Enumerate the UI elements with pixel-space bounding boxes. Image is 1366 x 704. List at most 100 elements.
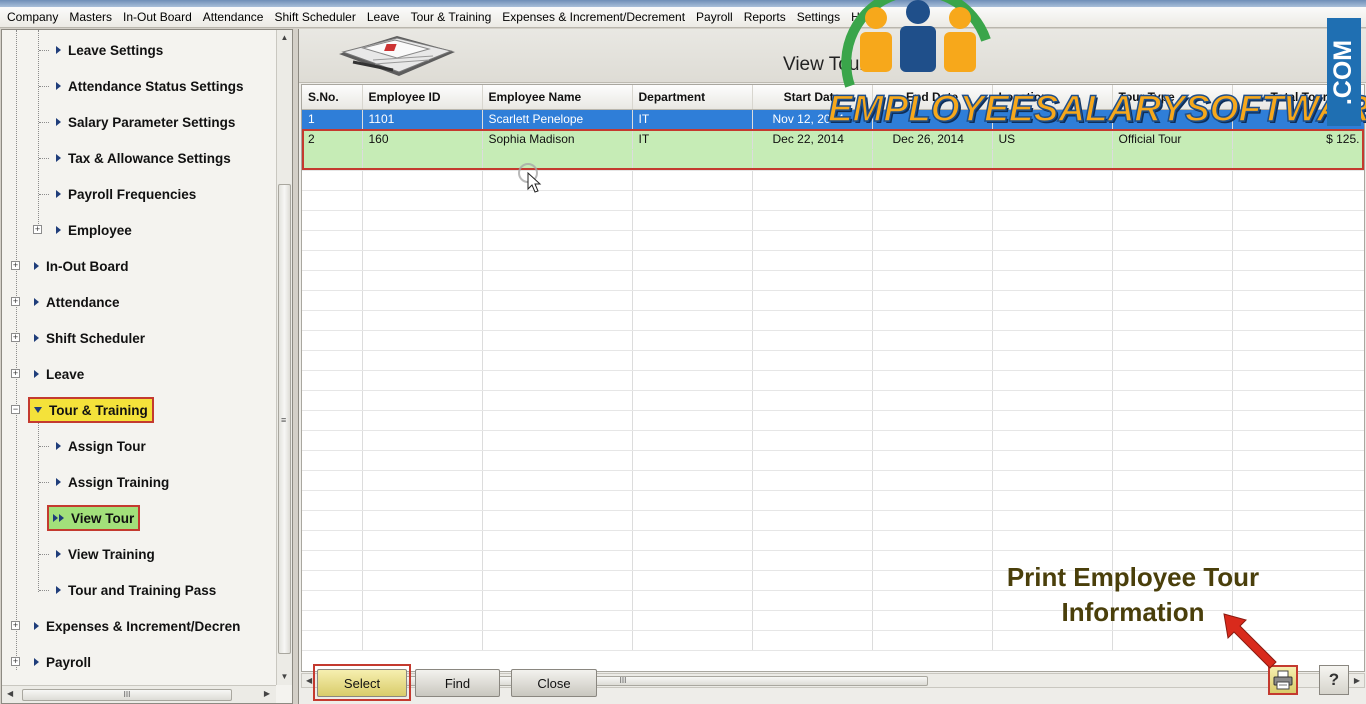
tree-item-tour-training-pass[interactable]: Tour and Training Pass — [56, 578, 216, 602]
tree-item-label: Assign Tour — [68, 438, 146, 454]
tree-connector — [39, 590, 49, 591]
tree-item-salary-parameter-settings[interactable]: Salary Parameter Settings — [56, 110, 235, 134]
empty-grid-row — [302, 530, 1364, 551]
tree-connector — [39, 86, 49, 87]
cell-tour-type: Official Tour — [1112, 129, 1233, 150]
tree-item-view-tour[interactable]: View Tour — [47, 505, 141, 531]
tree-item-shift-scheduler[interactable]: Shift Scheduler — [34, 326, 145, 350]
expand-arrow-icon — [56, 82, 61, 90]
menu-payroll[interactable]: Payroll — [692, 10, 737, 24]
sidebar-horizontal-scrollbar[interactable]: ◀ III ▶ — [2, 685, 276, 703]
menu-tour-training[interactable]: Tour & Training — [407, 10, 496, 24]
menu-reports[interactable]: Reports — [740, 10, 790, 24]
logo-wordmark: EMPLOYEESALARYSOFTWARE — [827, 87, 1366, 130]
cell-start-date: Dec 22, 2014 — [752, 129, 873, 150]
tree-item-label: View Training — [68, 546, 155, 562]
tree-item-expenses[interactable]: Expenses & Increment/Decren — [34, 614, 240, 638]
logo-dotcom-badge: .COM — [1327, 18, 1361, 126]
column-header-employee-name[interactable]: Employee Name — [482, 85, 633, 110]
scrollbar-thumb[interactable]: ≡ — [278, 184, 291, 654]
scroll-up-icon[interactable]: ▲ — [277, 30, 292, 46]
tree-item-view-training[interactable]: View Training — [56, 542, 155, 566]
menu-company[interactable]: Company — [3, 10, 62, 24]
expand-arrow-icon — [34, 334, 39, 342]
column-header-sno[interactable]: S.No. — [302, 85, 363, 110]
tree-item-attendance-status-settings[interactable]: Attendance Status Settings — [56, 74, 244, 98]
expand-plus-icon[interactable]: + — [11, 333, 20, 342]
expand-arrow-icon — [56, 190, 61, 198]
mouse-cursor-icon — [518, 163, 542, 193]
scroll-right-icon[interactable]: ▶ — [264, 689, 270, 698]
cell-sno: 1 — [302, 109, 363, 130]
tree-item-label: Leave — [46, 366, 85, 382]
tree-item-label: In-Out Board — [46, 258, 129, 274]
empty-grid-row — [302, 190, 1364, 211]
cell-employee-id: 160 — [362, 129, 483, 150]
tree-item-label: Tour & Training — [49, 402, 148, 418]
tree-connector — [39, 122, 49, 123]
menu-shift-scheduler[interactable]: Shift Scheduler — [270, 10, 359, 24]
table-row[interactable]: 2 160 Sophia Madison IT Dec 22, 2014 Dec… — [302, 129, 1364, 150]
expand-plus-icon[interactable]: + — [11, 261, 20, 270]
tree-item-label: Shift Scheduler — [46, 330, 146, 346]
tree-item-payroll[interactable]: Payroll — [34, 650, 91, 674]
menu-leave[interactable]: Leave — [363, 10, 404, 24]
expand-arrow-icon — [56, 118, 61, 126]
menu-help[interactable]: Help — [847, 10, 880, 24]
column-header-employee-id[interactable]: Employee ID — [362, 85, 483, 110]
documents-icon — [339, 36, 455, 76]
scroll-down-icon[interactable]: ▼ — [277, 669, 292, 685]
expand-plus-icon[interactable]: + — [11, 621, 20, 630]
tree-connector — [39, 158, 49, 159]
empty-grid-row — [302, 490, 1364, 511]
printer-icon — [1273, 670, 1293, 690]
tree-item-attendance[interactable]: Attendance — [34, 290, 120, 314]
empty-grid-row — [302, 170, 1364, 191]
tree-item-assign-tour[interactable]: Assign Tour — [56, 434, 146, 458]
expand-plus-icon[interactable]: + — [11, 297, 20, 306]
tree-item-assign-training[interactable]: Assign Training — [56, 470, 169, 494]
empty-grid-row — [302, 450, 1364, 471]
expand-plus-icon[interactable]: + — [33, 225, 42, 234]
sidebar-vertical-scrollbar[interactable]: ▲ ≡ ▼ — [276, 30, 292, 685]
expand-arrow-icon — [56, 586, 61, 594]
close-button[interactable]: Close — [511, 669, 597, 697]
menu-attendance[interactable]: Attendance — [199, 10, 268, 24]
cell-end-date: Dec 26, 2014 — [872, 129, 993, 150]
select-button[interactable]: Select — [317, 669, 407, 697]
cell-location: US — [992, 129, 1113, 150]
scroll-left-icon[interactable]: ◀ — [7, 689, 13, 698]
tree-item-label: Expenses & Increment/Decren — [46, 618, 241, 634]
tree-item-in-out-board[interactable]: In-Out Board — [34, 254, 129, 278]
tree-item-payroll-frequencies[interactable]: Payroll Frequencies — [56, 182, 196, 206]
empty-grid-row — [302, 390, 1364, 411]
tree-item-leave[interactable]: Leave — [34, 362, 84, 386]
empty-grid-row — [302, 270, 1364, 291]
collapse-minus-icon[interactable]: − — [11, 405, 20, 414]
tree-item-tour-training[interactable]: Tour & Training — [28, 397, 154, 423]
red-arrow-icon — [1223, 613, 1277, 669]
scroll-right-icon[interactable]: ▶ — [1354, 676, 1360, 685]
tree-item-tax-allowance-settings[interactable]: Tax & Allowance Settings — [56, 146, 231, 170]
empty-grid-row — [302, 310, 1364, 331]
scroll-left-icon[interactable]: ◀ — [306, 676, 312, 685]
expand-plus-icon[interactable]: + — [11, 369, 20, 378]
cell-employee-id: 1101 — [362, 109, 483, 130]
menu-settings[interactable]: Settings — [793, 10, 844, 24]
empty-grid-row — [302, 290, 1364, 311]
expand-arrow-icon — [56, 226, 61, 234]
menu-expenses[interactable]: Expenses & Increment/Decrement — [498, 10, 689, 24]
selected-arrow-icon — [53, 514, 65, 522]
help-button[interactable]: ? — [1319, 665, 1349, 695]
tree-item-label: Attendance — [46, 294, 120, 310]
find-button[interactable]: Find — [415, 669, 500, 697]
tree-item-employee[interactable]: Employee — [56, 218, 132, 242]
tree-line — [38, 30, 39, 230]
expand-plus-icon[interactable]: + — [11, 657, 20, 666]
column-header-department[interactable]: Department — [632, 85, 753, 110]
scrollbar-thumb[interactable]: III — [22, 689, 232, 701]
menu-masters[interactable]: Masters — [65, 10, 116, 24]
menu-in-out-board[interactable]: In-Out Board — [119, 10, 196, 24]
tree-item-leave-settings[interactable]: Leave Settings — [56, 38, 163, 62]
expand-arrow-icon — [56, 442, 61, 450]
